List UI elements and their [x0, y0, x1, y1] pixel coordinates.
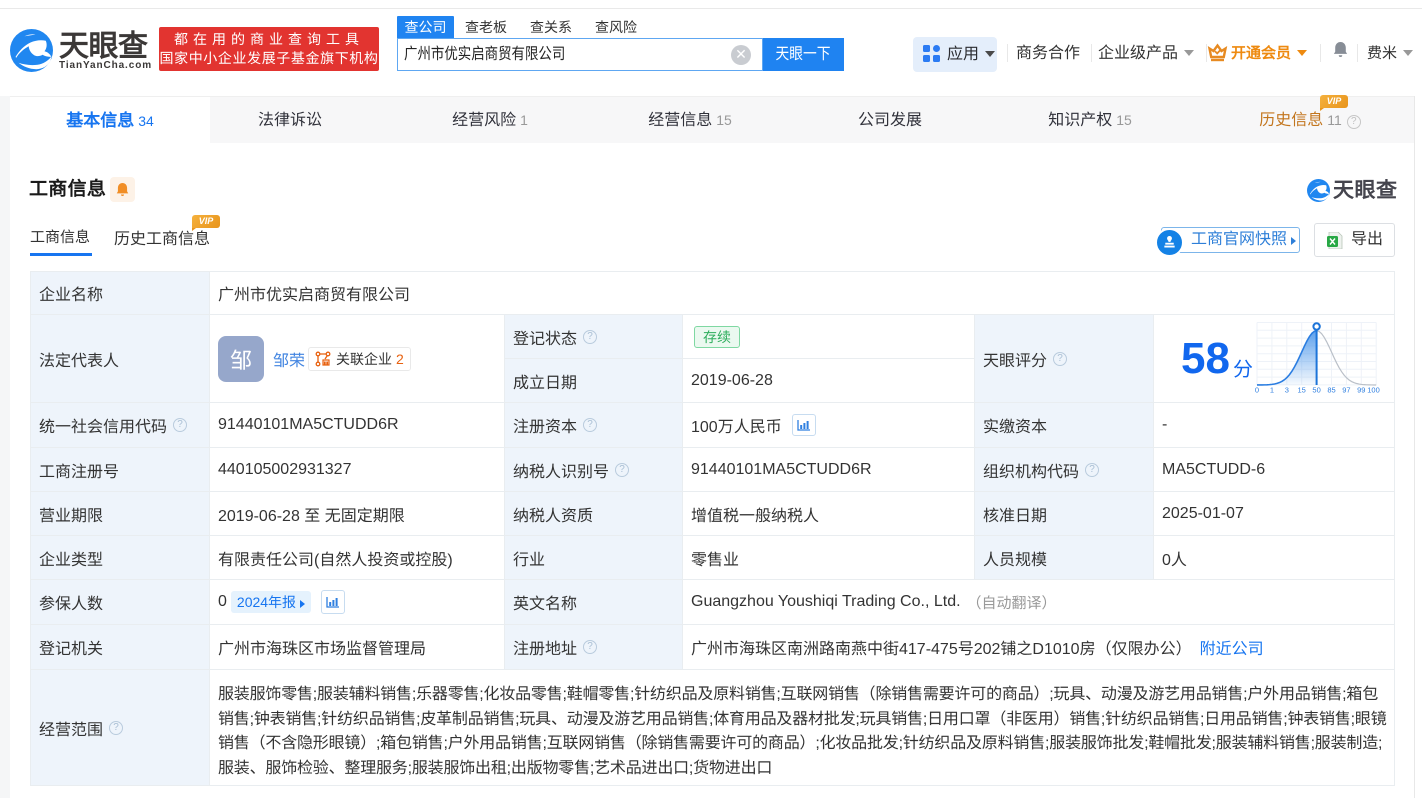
svg-text:50: 50 [1312, 386, 1320, 395]
svg-text:100: 100 [1367, 386, 1380, 395]
svg-text:0: 0 [1255, 386, 1259, 395]
svg-text:1: 1 [1270, 386, 1274, 395]
svg-text:99: 99 [1357, 386, 1365, 395]
svg-text:97: 97 [1342, 386, 1350, 395]
svg-text:15: 15 [1298, 386, 1306, 395]
svg-text:3: 3 [1285, 386, 1289, 395]
svg-text:85: 85 [1327, 386, 1335, 395]
